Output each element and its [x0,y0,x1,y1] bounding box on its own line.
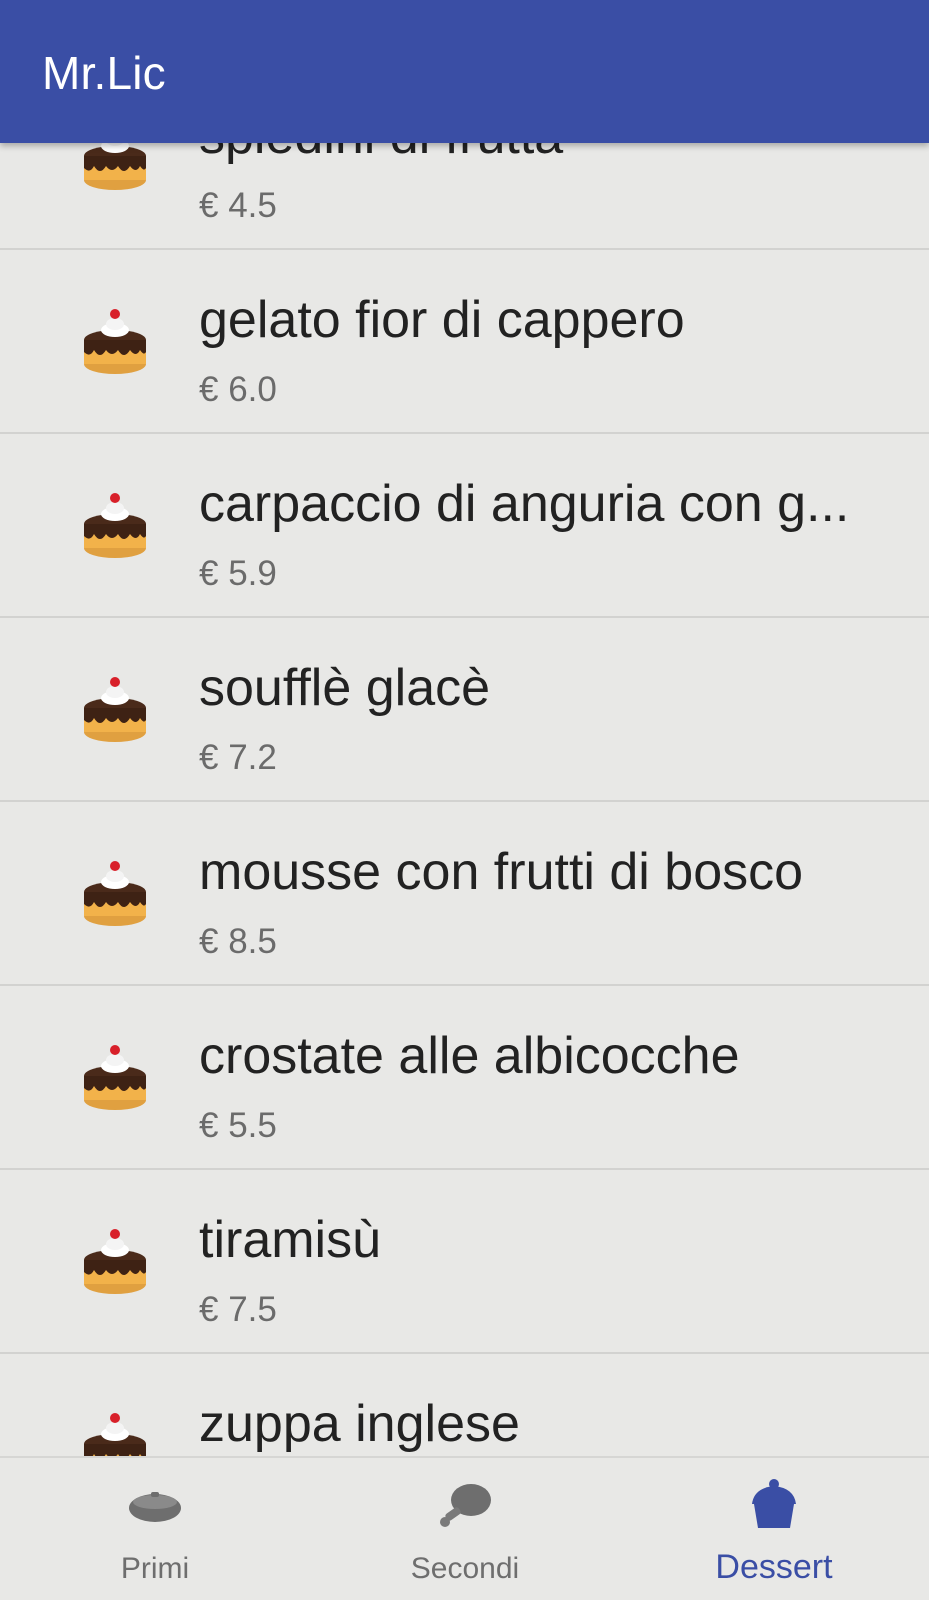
item-price: € 8.5 [199,922,277,961]
item-name: gelato fior di cappero [199,291,685,349]
cupcake-icon [752,1479,796,1528]
list-item[interactable]: crostate alle albicocche € 5.5 [0,986,929,1170]
tab-label: Primi [120,1552,190,1585]
item-name: mousse con frutti di bosco [199,843,804,901]
bowl-icon [129,1492,181,1522]
item-name: crostate alle albicocche [199,1027,740,1085]
app-bar: Mr.Lic [0,0,929,143]
tab-label: Secondi [410,1552,520,1585]
item-price: € 5.9 [199,554,277,593]
list-item[interactable]: mousse con frutti di bosco € 8.5 [0,802,929,986]
item-price: € 6.0 [199,370,277,409]
cake-icon [84,493,146,558]
tab-label: Dessert [715,1548,833,1586]
item-price: € 4.5 [199,186,277,225]
app-screen: spiedini di frutta € 4.5 gelato fior di … [0,0,929,1600]
chicken-leg-icon [440,1484,491,1527]
item-name: zuppa inglese [199,1395,520,1453]
item-name: soufflè glacè [199,659,491,717]
item-price: € 5.5 [199,1106,277,1145]
item-name: tiramisù [199,1211,382,1269]
list-item[interactable]: soufflè glacè € 7.2 [0,618,929,802]
app-title: Mr.Lic [42,47,166,99]
list-item[interactable]: gelato fior di cappero € 6.0 [0,250,929,434]
tab-primi[interactable]: Primi [0,1458,310,1600]
cake-icon [84,1229,146,1294]
tab-secondi[interactable]: Secondi [310,1458,620,1600]
list-item[interactable]: carpaccio di anguria con g... € 5.9 [0,434,929,618]
cake-icon [84,1413,146,1456]
item-name: carpaccio di anguria con g... [199,475,850,533]
cake-icon [84,309,146,374]
cake-icon [84,861,146,926]
cake-icon [84,1045,146,1110]
tab-dessert[interactable]: Dessert [619,1458,929,1600]
cake-icon [84,677,146,742]
list-item[interactable]: tiramisù € 7.5 [0,1170,929,1354]
item-price: € 7.2 [199,738,277,777]
list-item[interactable]: zuppa inglese [0,1354,929,1456]
bottom-navigation: Primi Secondi Dessert [0,1456,929,1600]
dessert-list[interactable]: spiedini di frutta € 4.5 gelato fior di … [0,0,929,1456]
item-price: € 7.5 [199,1290,277,1329]
